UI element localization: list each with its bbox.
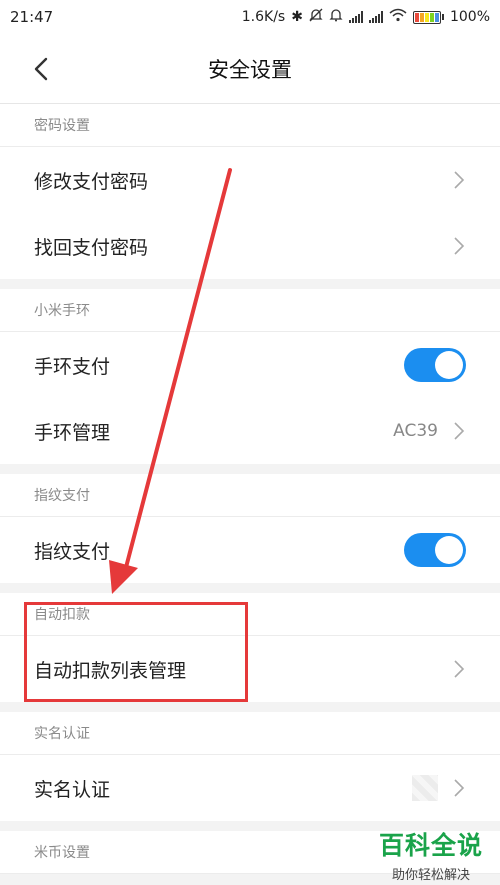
blurred-value xyxy=(412,775,438,801)
row-band-pay: 手环支付 xyxy=(0,332,500,398)
alarm-bell-icon xyxy=(329,8,343,26)
section-header: 指纹支付 xyxy=(0,474,500,517)
mute-icon xyxy=(309,8,323,26)
settings-list: 密码设置 修改支付密码 找回支付密码 小米手环 手环支付 手环管理 AC39 指… xyxy=(0,104,500,884)
row-label: 指纹支付 xyxy=(34,540,111,563)
row-right xyxy=(412,775,466,801)
row-label: 手环管理 xyxy=(34,421,111,444)
battery-icon xyxy=(412,10,444,24)
chevron-right-icon xyxy=(454,660,465,678)
back-arrow-icon[interactable] xyxy=(28,54,58,84)
row-label: 找回支付密码 xyxy=(34,236,149,259)
toggle-knob xyxy=(435,536,463,564)
network-speed: 1.6K/s xyxy=(241,9,286,25)
wifi-icon xyxy=(389,8,407,26)
row-label: 手环支付 xyxy=(34,355,111,378)
status-icons: 1.6K/s ✱ 100% xyxy=(242,8,490,26)
chevron-right-icon xyxy=(454,422,465,440)
row-label: 实名认证 xyxy=(34,778,111,801)
watermark-sub: 助你轻松解决 xyxy=(391,868,470,883)
chevron-right-icon xyxy=(454,171,465,189)
section-real-name: 实名认证 实名认证 xyxy=(0,712,500,821)
row-real-name[interactable]: 实名认证 xyxy=(0,755,500,821)
section-header: 密码设置 xyxy=(0,104,500,147)
annotation-highlight-box xyxy=(24,602,248,702)
bluetooth-icon: ✱ xyxy=(291,9,303,25)
section-header: 实名认证 xyxy=(0,712,500,755)
band-id-value: AC39 xyxy=(393,421,438,441)
chevron-right-icon xyxy=(454,779,465,797)
chevron-right-icon xyxy=(454,237,465,255)
nav-bar: 安全设置 xyxy=(0,34,500,104)
status-bar: 21:47 1.6K/s ✱ 100% xyxy=(0,0,500,34)
section-password: 密码设置 修改支付密码 找回支付密码 xyxy=(0,104,500,279)
section-mi-band: 小米手环 手环支付 手环管理 AC39 xyxy=(0,289,500,464)
battery-level: 100% xyxy=(449,9,490,25)
row-fingerprint-pay: 指纹支付 xyxy=(0,517,500,583)
signal-icon xyxy=(348,11,363,23)
section-header: 小米手环 xyxy=(0,289,500,332)
watermark-main: 百科全说 xyxy=(378,831,483,860)
row-change-pay-password[interactable]: 修改支付密码 xyxy=(0,147,500,213)
row-retrieve-pay-password[interactable]: 找回支付密码 xyxy=(0,213,500,279)
page-title: 安全设置 xyxy=(208,57,292,82)
signal-icon-2 xyxy=(368,11,383,23)
row-right: AC39 xyxy=(393,420,466,442)
section-fingerprint: 指纹支付 指纹支付 xyxy=(0,474,500,583)
fingerprint-pay-toggle[interactable] xyxy=(404,533,466,567)
watermark-logo: 百科全说 助你轻松解决 xyxy=(370,826,492,883)
status-time: 21:47 xyxy=(10,8,54,26)
band-pay-toggle[interactable] xyxy=(404,348,466,382)
toggle-knob xyxy=(435,351,463,379)
row-band-manage[interactable]: 手环管理 AC39 xyxy=(0,398,500,464)
row-label: 修改支付密码 xyxy=(34,170,149,193)
